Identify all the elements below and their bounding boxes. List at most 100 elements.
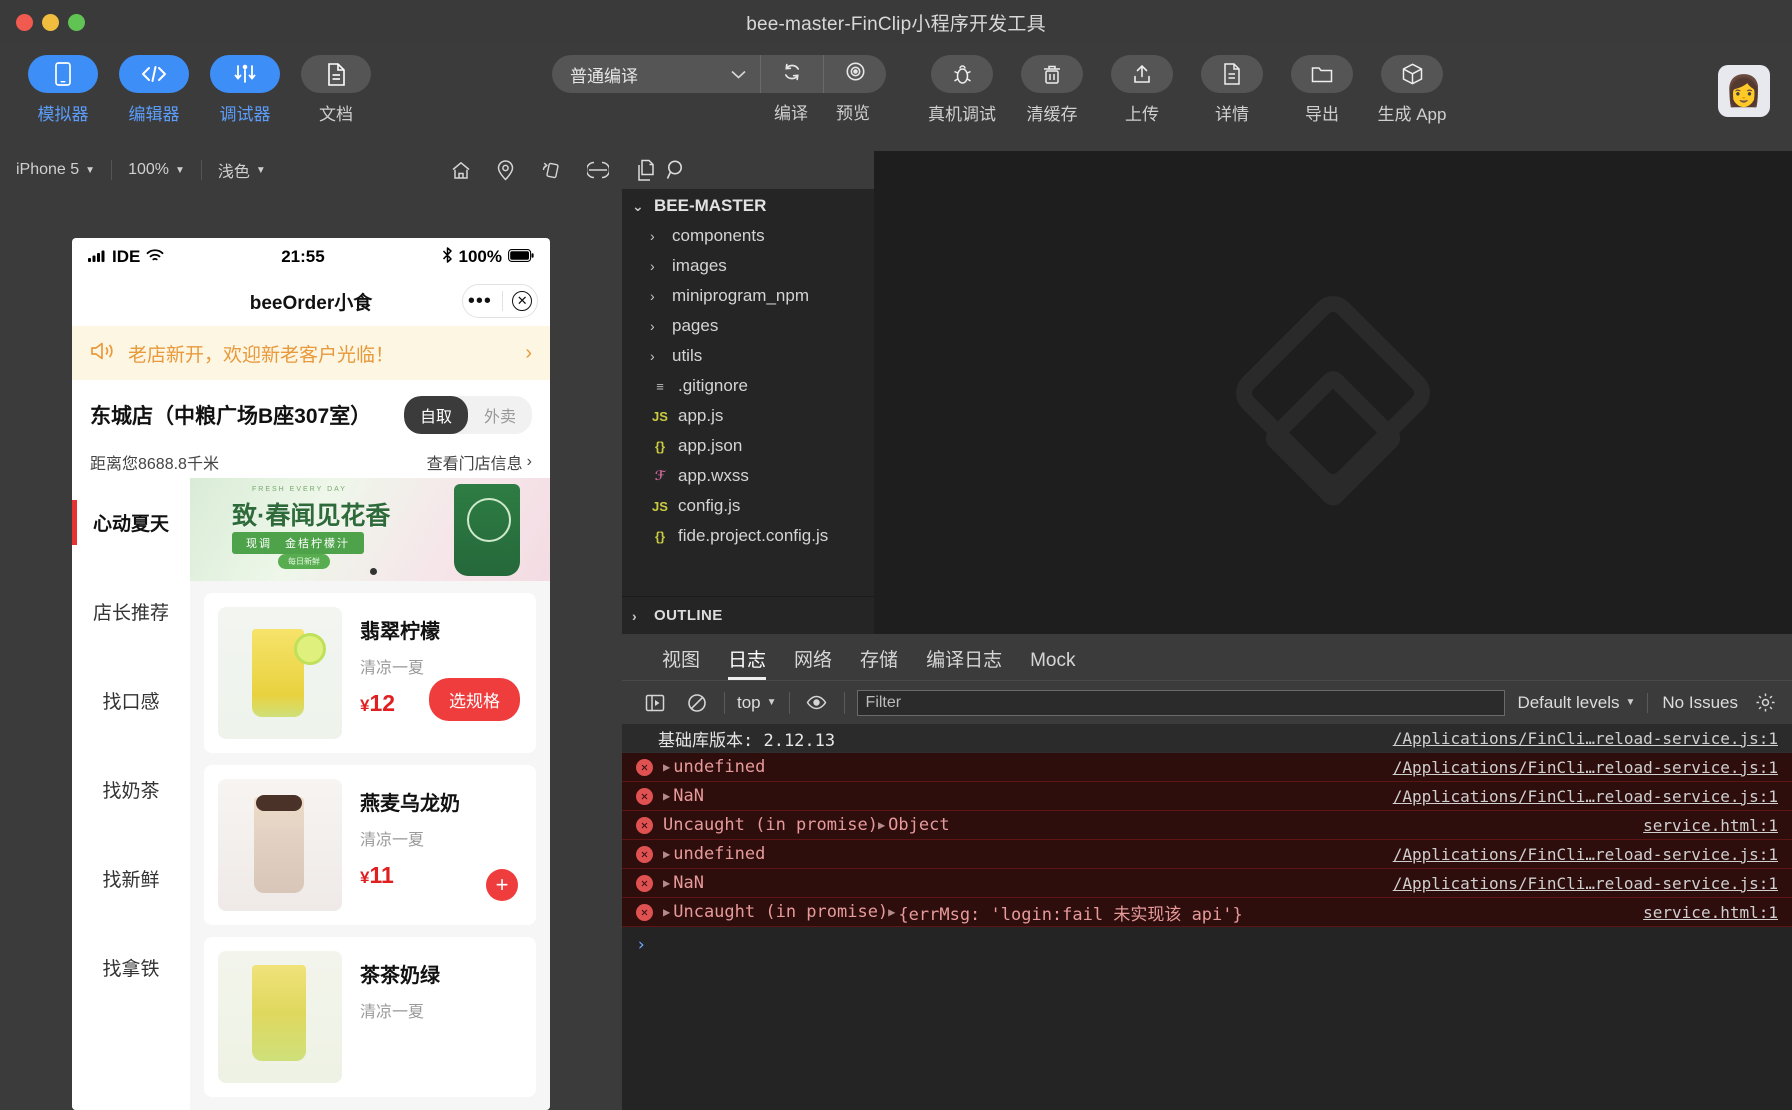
toggle-pickup[interactable]: 自取 xyxy=(403,396,468,434)
product-card-1[interactable]: 燕麦乌龙奶 清凉一夏 ¥11 + xyxy=(204,765,536,925)
details-button[interactable]: 详情 xyxy=(1190,55,1274,125)
tree-root-bee-master[interactable]: ⌄ BEE-MASTER xyxy=(622,191,874,221)
tree-item-pages[interactable]: › pages xyxy=(622,311,874,341)
tree-item-components[interactable]: › components xyxy=(622,221,874,251)
tab-network[interactable]: 网络 xyxy=(794,645,832,680)
generate-app-button[interactable]: 生成 App xyxy=(1370,55,1454,125)
console-source-link[interactable]: /Applications/FinCli…reload-service.js:1 xyxy=(1393,729,1778,748)
toolbar-item-editor[interactable]: 编辑器 xyxy=(113,55,195,125)
home-icon[interactable] xyxy=(438,161,484,180)
upload-button[interactable]: 上传 xyxy=(1100,55,1184,125)
copy-files-icon[interactable] xyxy=(636,159,658,182)
console-source-link[interactable]: /Applications/FinCli…reload-service.js:1 xyxy=(1393,874,1778,893)
real-device-debug-button[interactable]: 真机调试 xyxy=(920,55,1004,125)
console-context-select[interactable]: top ▼ xyxy=(737,693,777,713)
console-levels-select[interactable]: Default levels ▼ xyxy=(1517,693,1635,713)
carousel-indicator[interactable] xyxy=(370,568,377,575)
category-item-5[interactable]: 找拿铁 xyxy=(72,923,190,1012)
console-filter-input[interactable]: Filter xyxy=(856,689,1506,716)
promo-banner[interactable]: FRESH EVERY DAY 致·春闻见花香 现调 金桔柠檬汁 每日新鲜 xyxy=(190,478,550,581)
compile-button[interactable] xyxy=(761,55,823,93)
maximize-window-button[interactable] xyxy=(68,14,85,31)
console-source-link[interactable]: /Applications/FinCli…reload-service.js:1 xyxy=(1393,845,1778,864)
toggle-delivery[interactable]: 外卖 xyxy=(468,396,532,434)
category-item-3[interactable]: 找奶茶 xyxy=(72,745,190,834)
console-row-4[interactable]: ✕ ▶ undefined /Applications/FinCli…reloa… xyxy=(622,840,1792,869)
expand-arrow-icon[interactable]: ▶ xyxy=(663,847,670,861)
toolbar-item-simulator[interactable]: 模拟器 xyxy=(22,55,104,125)
fullscreen-icon[interactable] xyxy=(574,161,622,179)
console-source-link[interactable]: /Applications/FinCli…reload-service.js:1 xyxy=(1393,787,1778,806)
tab-log[interactable]: 日志 xyxy=(728,645,767,680)
expand-arrow-icon[interactable]: ▶ xyxy=(663,760,670,774)
select-spec-button[interactable]: 选规格 xyxy=(429,678,520,721)
search-icon[interactable] xyxy=(666,159,688,181)
expand-arrow-icon[interactable]: ▶ xyxy=(878,818,885,832)
window-controls[interactable] xyxy=(0,14,85,31)
tree-item-app-wxss[interactable]: ℱ app.wxss xyxy=(622,461,874,491)
console-row-5[interactable]: ✕ ▶ NaN /Applications/FinCli…reload-serv… xyxy=(622,869,1792,898)
outline-section[interactable]: › OUTLINE xyxy=(622,596,874,634)
console-source-link[interactable]: service.html:1 xyxy=(1643,903,1778,922)
tree-item-app-json[interactable]: {} app.json xyxy=(622,431,874,461)
tree-item-config-js[interactable]: JS config.js xyxy=(622,491,874,521)
console-row-1[interactable]: ✕ ▶ undefined /Applications/FinCli…reloa… xyxy=(622,753,1792,782)
tree-item-utils[interactable]: › utils xyxy=(622,341,874,371)
zoom-select[interactable]: 100% ▼ xyxy=(112,161,201,179)
delivery-mode-toggle[interactable]: 自取 外卖 xyxy=(403,396,532,434)
console-output[interactable]: 基础库版本: 2.12.13 /Applications/FinCli…relo… xyxy=(622,724,1792,1110)
console-object[interactable]: {errMsg: 'login:fail 未实现该 api'} xyxy=(898,900,1242,925)
close-window-button[interactable] xyxy=(16,14,33,31)
more-menu-icon[interactable]: ••• xyxy=(468,291,492,311)
console-row-3[interactable]: ✕ Uncaught (in promise) ▶ Object service… xyxy=(622,811,1792,840)
console-row-6[interactable]: ✕ ▶ Uncaught (in promise) ▶ {errMsg: 'lo… xyxy=(622,898,1792,927)
tree-item-fide-project-config-js[interactable]: {} fide.project.config.js xyxy=(622,521,874,551)
console-row-2[interactable]: ✕ ▶ NaN /Applications/FinCli…reload-serv… xyxy=(622,782,1792,811)
clear-console-icon[interactable] xyxy=(682,690,712,716)
export-button[interactable]: 导出 xyxy=(1280,55,1364,125)
issues-badge[interactable]: No Issues xyxy=(1647,692,1738,713)
tree-item-miniprogram-npm[interactable]: › miniprogram_npm xyxy=(622,281,874,311)
avatar[interactable]: 👩 xyxy=(1718,65,1770,117)
console-sidebar-icon[interactable] xyxy=(640,690,670,716)
category-item-0[interactable]: 心动夏天 xyxy=(72,478,190,567)
category-item-2[interactable]: 找口感 xyxy=(72,656,190,745)
toolbar-item-docs[interactable]: 文档 xyxy=(295,55,377,125)
expand-arrow-icon[interactable]: ▶ xyxy=(663,789,670,803)
expand-arrow-icon[interactable]: ▶ xyxy=(663,905,670,919)
device-select[interactable]: iPhone 5 ▼ xyxy=(0,161,111,179)
tab-view[interactable]: 视图 xyxy=(662,645,700,680)
tree-item-images[interactable]: › images xyxy=(622,251,874,281)
live-expression-icon[interactable] xyxy=(802,690,832,716)
rotate-device-icon[interactable] xyxy=(527,160,574,180)
clear-cache-button[interactable]: 清缓存 xyxy=(1010,55,1094,125)
wechat-capsule[interactable]: ••• ✕ xyxy=(462,284,538,318)
minimize-window-button[interactable] xyxy=(42,14,59,31)
console-source-link[interactable]: service.html:1 xyxy=(1643,816,1778,835)
expand-arrow-icon[interactable]: ▶ xyxy=(888,905,895,919)
tree-item-gitignore[interactable]: ≡ .gitignore xyxy=(622,371,874,401)
tab-storage[interactable]: 存储 xyxy=(860,645,898,680)
category-item-4[interactable]: 找新鲜 xyxy=(72,834,190,923)
store-info-link[interactable]: 查看门店信息 › xyxy=(427,450,532,474)
expand-arrow-icon[interactable]: ▶ xyxy=(663,876,670,890)
location-pin-icon[interactable] xyxy=(484,159,527,181)
product-card-0[interactable]: 翡翠柠檬 清凉一夏 ¥12 选规格 xyxy=(204,593,536,753)
product-card-2[interactable]: 茶茶奶绿 清凉一夏 xyxy=(204,937,536,1097)
close-icon[interactable]: ✕ xyxy=(512,291,533,311)
toolbar-item-debugger[interactable]: 调试器 xyxy=(204,55,286,125)
console-object[interactable]: Object xyxy=(888,815,949,835)
console-row-0[interactable]: 基础库版本: 2.12.13 /Applications/FinCli…relo… xyxy=(622,724,1792,753)
gear-icon[interactable] xyxy=(1750,690,1780,716)
console-input-prompt[interactable]: › xyxy=(622,927,1792,963)
category-item-1[interactable]: 店长推荐 xyxy=(72,567,190,656)
compile-mode-select[interactable]: 普通编译 xyxy=(552,55,760,93)
tab-compile-log[interactable]: 编译日志 xyxy=(926,645,1002,680)
tree-item-app-js[interactable]: JS app.js xyxy=(622,401,874,431)
add-to-cart-button[interactable]: + xyxy=(486,869,518,901)
console-source-link[interactable]: /Applications/FinCli…reload-service.js:1 xyxy=(1393,758,1778,777)
notice-banner[interactable]: 老店新开，欢迎新老客户光临！ › xyxy=(72,326,550,380)
preview-button[interactable] xyxy=(824,55,886,93)
tab-mock[interactable]: Mock xyxy=(1030,650,1075,680)
theme-select[interactable]: 浅色 ▼ xyxy=(202,158,282,182)
